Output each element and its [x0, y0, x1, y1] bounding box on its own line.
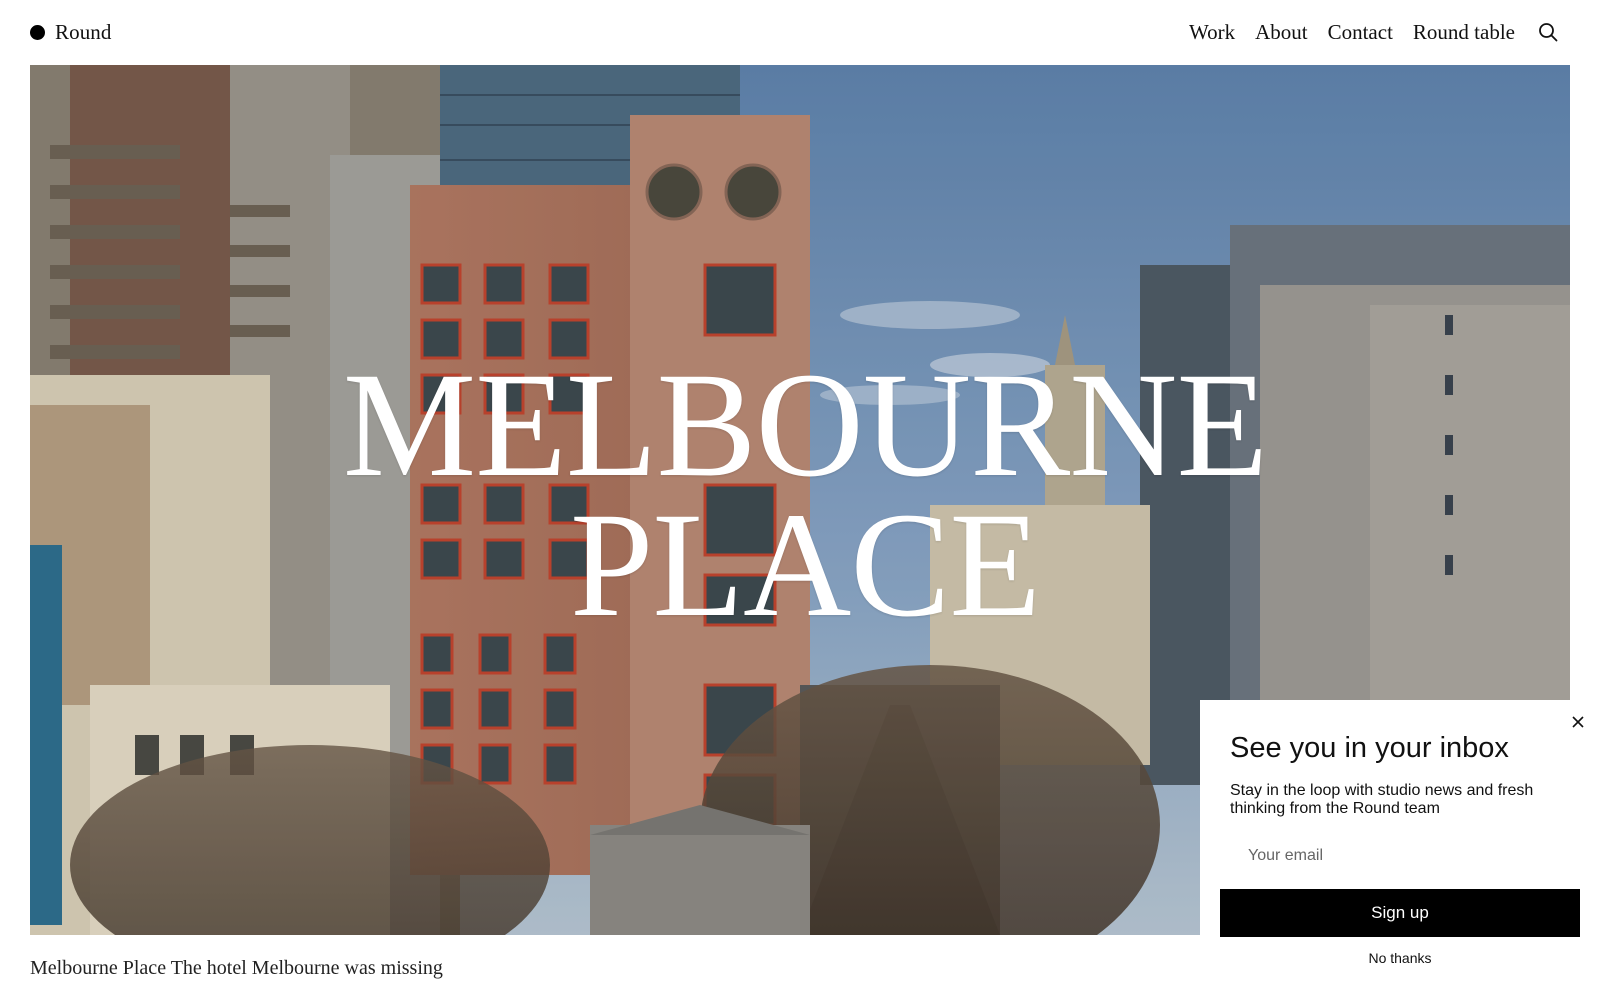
nav-round-table[interactable]: Round table — [1413, 19, 1515, 45]
hero-title-line-1: MELBOURNE — [342, 342, 1268, 508]
hero-title-line-2: PLACE — [569, 482, 1041, 648]
brand-logo[interactable]: Round — [30, 20, 112, 44]
project-caption[interactable]: Melbourne Place The hotel Melbourne was … — [30, 955, 443, 981]
newsletter-description: Stay in the loop with studio news and fr… — [1230, 782, 1534, 817]
nav-work[interactable]: Work — [1189, 19, 1235, 45]
newsletter-title: See you in your inbox — [1230, 732, 1509, 764]
circle-logo-icon — [30, 24, 45, 40]
brand-name: Round — [55, 20, 112, 44]
nav-contact[interactable]: Contact — [1328, 19, 1393, 45]
site-header: Round Work About Contact Round table — [0, 0, 1600, 65]
nav-about[interactable]: About — [1255, 19, 1308, 45]
search-icon[interactable] — [1537, 21, 1559, 43]
main-nav: Work About Contact Round table — [1169, 19, 1559, 45]
close-icon[interactable] — [1570, 714, 1586, 730]
no-thanks-link[interactable]: No thanks — [1220, 950, 1580, 966]
newsletter-popup: See you in your inbox Stay in the loop w… — [1200, 700, 1600, 1000]
hero-title: MELBOURNE PLACE — [30, 342, 1570, 648]
signup-button[interactable]: Sign up — [1220, 889, 1580, 937]
email-input[interactable] — [1220, 838, 1580, 874]
